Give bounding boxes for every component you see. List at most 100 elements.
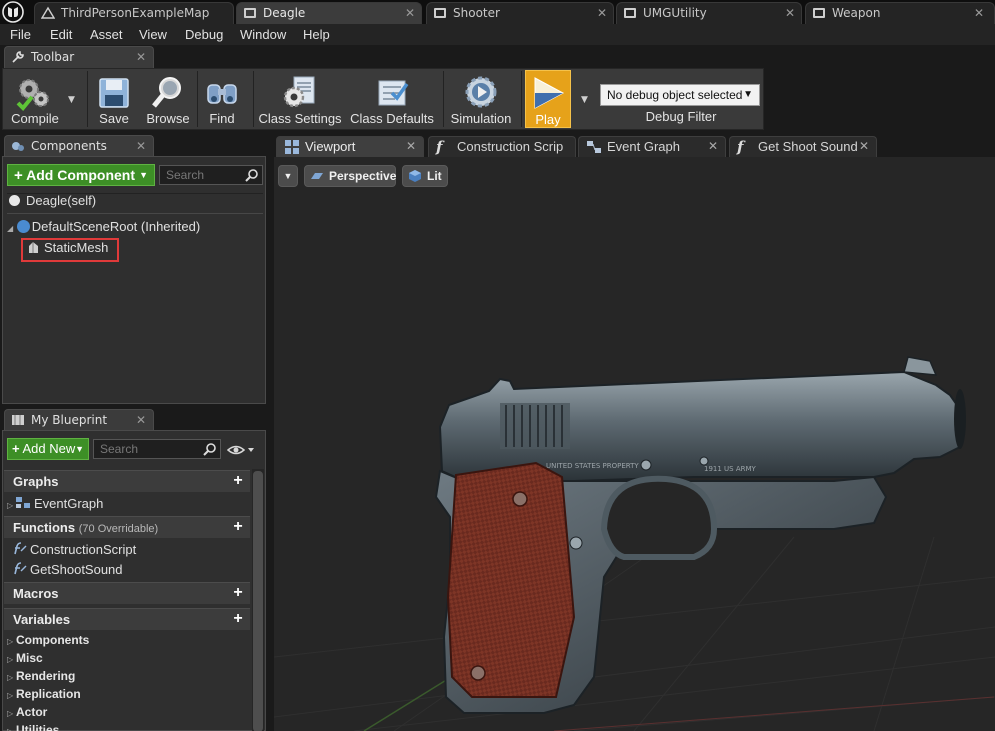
chevron-down-icon: ▼: [743, 89, 753, 100]
add-component-button[interactable]: + Add Component ▼: [7, 164, 155, 186]
chevron-down-icon[interactable]: ▼: [68, 95, 78, 105]
expand-triangle-icon[interactable]: ▷: [7, 709, 16, 718]
grid-axis-line: [553, 696, 995, 731]
section-title: Variables: [13, 612, 71, 627]
viewport[interactable]: ▼ Perspective Lit UNITED STATES PROPERTY…: [274, 157, 995, 731]
find-button[interactable]: Find: [201, 69, 243, 129]
menu-asset[interactable]: Asset: [90, 27, 123, 42]
unreal-logo-icon[interactable]: [2, 1, 24, 23]
class-defaults-button[interactable]: Class Defaults: [349, 69, 435, 129]
close-icon[interactable]: ✕: [406, 137, 416, 156]
add-variable-button[interactable]: +: [230, 611, 246, 627]
my-blueprint-panel-tab[interactable]: My Blueprint ✕: [4, 409, 154, 431]
tab-event-graph[interactable]: Event Graph ✕: [578, 136, 726, 157]
variables-section-header[interactable]: Variables +: [4, 608, 250, 630]
graph-icon: [16, 497, 30, 508]
list-item-eventgraph[interactable]: ▷ EventGraph: [7, 496, 103, 511]
class-settings-button[interactable]: Class Settings: [257, 69, 343, 129]
expand-triangle-icon[interactable]: ▷: [7, 673, 16, 682]
close-icon[interactable]: ✕: [597, 3, 607, 23]
graphs-section-header[interactable]: Graphs +: [4, 470, 250, 492]
save-button[interactable]: Save: [91, 69, 137, 129]
expand-triangle-icon[interactable]: ▷: [7, 727, 16, 731]
expand-triangle-icon[interactable]: ▷: [7, 691, 16, 700]
expand-triangle-icon[interactable]: ◢: [7, 224, 13, 233]
floppy-disk-icon: [99, 78, 129, 108]
expand-triangle-icon[interactable]: ▷: [7, 637, 16, 646]
tab-thirdpersonexamplemap[interactable]: ThirdPersonExampleMap: [34, 2, 234, 24]
tab-shooter[interactable]: Shooter ✕: [426, 2, 614, 24]
close-icon[interactable]: ✕: [974, 3, 984, 23]
close-icon[interactable]: ✕: [785, 3, 795, 23]
components-search-input[interactable]: Search: [159, 165, 263, 185]
variable-category-utilities[interactable]: ▷Utilities: [7, 723, 59, 731]
menu-debug[interactable]: Debug: [185, 27, 223, 42]
chevron-down-icon[interactable]: ▼: [581, 95, 591, 105]
variable-category-rendering[interactable]: ▷ Rendering: [7, 669, 75, 683]
scrollbar-thumb[interactable]: [253, 471, 263, 731]
macros-section-header[interactable]: Macros +: [4, 582, 250, 604]
document-tab-bar: ThirdPersonExampleMap Deagle ✕ Shooter ✕…: [0, 0, 995, 24]
close-icon[interactable]: ✕: [708, 137, 718, 156]
expand-triangle-icon[interactable]: ▷: [7, 501, 16, 510]
toolbar-divider: [253, 71, 254, 127]
search-icon: [245, 169, 258, 182]
variable-category-misc[interactable]: ▷ Misc: [7, 651, 43, 665]
compile-button[interactable]: Compile: [5, 69, 65, 129]
add-graph-button[interactable]: +: [230, 473, 246, 489]
play-button[interactable]: Play: [525, 70, 571, 128]
search-placeholder: Search: [166, 168, 205, 182]
close-icon[interactable]: ✕: [859, 137, 869, 156]
tab-construction-script[interactable]: f Construction Scrip: [428, 136, 576, 157]
tab-viewport[interactable]: Viewport ✕: [276, 136, 424, 157]
list-item-constructionscript[interactable]: ConstructionScript: [12, 542, 136, 557]
close-icon[interactable]: ✕: [136, 136, 146, 156]
wrench-icon: [12, 51, 24, 63]
tree-item-default-scene-root[interactable]: ◢ DefaultSceneRoot (Inherited): [7, 219, 200, 234]
close-icon[interactable]: ✕: [405, 3, 415, 23]
tree-item-self[interactable]: Deagle(self): [9, 193, 96, 208]
class-defaults-label: Class Defaults: [350, 111, 434, 126]
tab-deagle[interactable]: Deagle ✕: [236, 2, 422, 24]
expand-triangle-icon[interactable]: ▷: [7, 655, 16, 664]
panel-title: My Blueprint: [31, 413, 108, 427]
functions-section-header[interactable]: Functions (70 Overridable) +: [4, 516, 250, 538]
my-blueprint-search-input[interactable]: Search: [93, 439, 221, 459]
checklist-icon: [378, 80, 409, 106]
tab-get-shoot-sound[interactable]: f Get Shoot Sound ✕: [729, 136, 877, 157]
toolbar-panel-tab[interactable]: Toolbar ✕: [4, 46, 154, 68]
simulation-button[interactable]: Simulation: [447, 69, 515, 129]
eye-visibility-icon[interactable]: [227, 443, 255, 457]
components-panel-tab[interactable]: Components ✕: [4, 135, 154, 157]
menu-file[interactable]: File: [10, 27, 31, 42]
tab-umgutility[interactable]: UMGUtility ✕: [616, 2, 802, 24]
scrollbar[interactable]: [252, 469, 264, 731]
browse-button[interactable]: Browse: [143, 69, 193, 129]
menu-edit[interactable]: Edit: [50, 27, 72, 42]
chevron-down-icon: ▼: [139, 170, 148, 180]
add-new-button[interactable]: + Add New ▼: [7, 438, 89, 460]
toolbar-divider: [87, 71, 88, 127]
variable-category-replication[interactable]: ▷ Replication: [7, 687, 81, 701]
add-function-button[interactable]: +: [230, 519, 246, 535]
menu-window[interactable]: Window: [240, 27, 286, 42]
tab-weapon[interactable]: Weapon ✕: [805, 2, 995, 24]
close-icon[interactable]: ✕: [136, 47, 146, 67]
add-macro-button[interactable]: +: [230, 585, 246, 601]
close-icon[interactable]: ✕: [136, 410, 146, 430]
play-icon: [534, 77, 565, 109]
plus-icon: +: [12, 441, 20, 456]
tree-item-label: DefaultSceneRoot (Inherited): [31, 219, 201, 234]
debug-filter-label: Debug Filter: [645, 109, 717, 124]
tab-label: Viewport: [305, 139, 356, 154]
debug-object-select[interactable]: No debug object selected ▼: [600, 84, 760, 106]
category-label: Rendering: [16, 669, 76, 683]
variable-category-actor[interactable]: ▷ Actor: [7, 705, 47, 719]
menu-help[interactable]: Help: [303, 27, 330, 42]
variable-category-components[interactable]: ▷ Components: [7, 633, 89, 647]
tab-label: Get Shoot Sound: [758, 139, 858, 154]
tab-label: Event Graph: [607, 139, 680, 154]
list-item-getshootsound[interactable]: GetShootSound: [12, 562, 123, 577]
save-label: Save: [99, 111, 129, 126]
menu-view[interactable]: View: [139, 27, 167, 42]
